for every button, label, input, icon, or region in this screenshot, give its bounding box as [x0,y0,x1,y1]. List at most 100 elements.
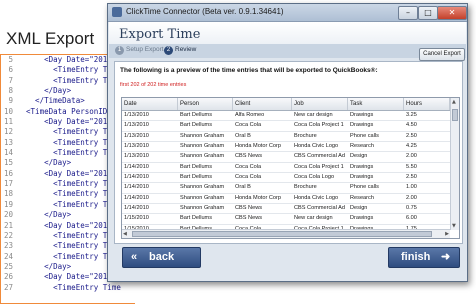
table-row[interactable]: 1/14/2010 Shannon Graham Oral B Brochure Pho… [122,183,450,194]
table-cell-job: Brochure [294,132,317,139]
line-number: 14 [3,148,13,158]
step-number: 1 [115,46,124,55]
table-row[interactable]: 1/13/2010 Bart Dellums Coca Cola Coca Cola … [122,121,450,132]
table-cell-job: Honda Civic Logo [294,143,339,150]
table-cell-client: Honda Motor Corp [235,194,282,201]
close-button[interactable]: ✕ [437,6,467,20]
minimize-button[interactable]: – [398,6,418,20]
table-cell-client: Coca Cola [235,163,262,170]
xml-export-title: XML Export [6,29,95,48]
table-cell-person: Shannon Graham [180,205,225,212]
horizontal-scrollbar[interactable]: ◀ ▶ [122,229,450,238]
table-cell-date: 1/13/2010 [124,132,149,139]
table-cell-date: 1/15/2010 [124,215,149,222]
table-row[interactable]: 1/13/2010 Shannon Graham Oral B Brochure Pho… [122,132,450,143]
table-row[interactable]: 1/14/2010 Shannon Graham CBS News CBS Comme… [122,204,450,215]
table-cell-job: New car design [294,215,333,222]
code-text: <Day Date="2010-0 [17,55,121,64]
code-text: <TimeEntry Time [17,251,121,261]
table-cell-hours: 4.25 [406,143,417,150]
vertical-scrollbar[interactable]: ▲ ▼ [450,98,459,230]
step-breadcrumb: 1 Setup Export 2 Review [109,44,466,58]
table-row[interactable]: 1/13/2010 Bart Dellums Alfa Romeo New car d… [122,111,450,122]
table-cell-date: 1/13/2010 [124,122,149,129]
table-cell-date: 1/13/2010 [124,112,149,118]
table-cell-job: CBS Commercial Ad [294,205,345,212]
table-cell-job: CBS Commercial Ad [294,153,345,160]
line-number: 22 [3,230,13,240]
table-row[interactable]: 1/13/2010 Shannon Graham CBS News CBS Comme… [122,152,450,163]
column-header-job[interactable]: Job [292,98,348,110]
code-text: <TimeEntry Time [17,75,121,85]
table-cell-client: Oral B [235,184,251,191]
horizontal-scroll-thumb[interactable] [132,231,432,237]
line-number: 21 [3,220,13,230]
table-row[interactable]: 1/15/2010 Bart Dellums CBS News New car des… [122,214,450,225]
table-row[interactable]: 1/14/2010 Bart Dellums Coca Cola Coca Cola … [122,173,450,184]
table-cell-job: Coca Cola Logo [294,174,335,181]
table-cell-task: Design [350,153,368,160]
finish-button[interactable]: finish ➜ [388,247,460,268]
line-number: 18 [3,189,13,199]
table-cell-hours: 6.00 [406,215,417,222]
line-number: 8 [8,86,13,96]
code-text: <TimeData PersonID= [17,106,112,116]
title-bar[interactable]: ClickTime Connector (Beta ver. 0.9.1.346… [108,4,467,22]
column-header-person[interactable]: Person [178,98,233,110]
table-cell-client: Alfa Romeo [235,112,265,118]
step-number: 2 [164,46,173,55]
column-header-client[interactable]: Client [233,98,292,110]
table-cell-date: 1/14/2010 [124,205,149,212]
table-row[interactable]: 1/14/2010 Bart Dellums Coca Cola Coca Cola … [122,163,450,174]
vertical-scroll-thumb[interactable] [452,109,458,121]
preview-panel: The following is a preview of the time e… [114,61,463,244]
step-review[interactable]: 2 Review [164,46,196,55]
table-cell-person: Bart Dellums [180,163,213,170]
scroll-down-icon[interactable]: ▼ [452,222,456,230]
column-header-task[interactable]: Task [348,98,404,110]
clicktime-connector-window: ClickTime Connector (Beta ver. 0.9.1.346… [107,3,468,282]
code-text: <Day Date="2010-0 [17,168,121,178]
scroll-up-icon[interactable]: ▲ [452,98,456,106]
step-setup-export[interactable]: 1 Setup Export [115,46,164,55]
line-number: 5 [8,55,13,64]
table-cell-task: Research [350,194,374,201]
table-cell-job: New car design [294,112,333,118]
table-cell-hours: 3.25 [406,112,417,118]
scroll-right-icon[interactable]: ▶ [445,230,449,238]
line-number: 23 [3,241,13,251]
column-header-hours[interactable]: Hours [404,98,450,110]
line-number: 20 [3,210,13,220]
table-cell-hours: 2.50 [406,132,417,139]
table-row[interactable]: 1/13/2010 Shannon Graham Honda Motor Corp H… [122,142,450,153]
table-cell-hours: 5.50 [406,163,417,170]
code-text: <TimeEntry Time [17,199,121,209]
table-cell-person: Bart Dellums [180,174,213,181]
maximize-button[interactable]: □ [418,6,438,20]
line-number: 7 [8,75,13,85]
table-cell-hours: 1.00 [406,184,417,191]
back-button[interactable]: « back [122,247,201,268]
table-cell-task: Research [350,143,374,150]
line-number: 17 [3,179,13,189]
line-number: 19 [3,199,13,209]
line-number: 26 [3,272,13,282]
table-cell-person: Shannon Graham [180,184,225,191]
table-cell-job: Coca Cola Project 1 [294,163,344,170]
code-text: <TimeEntry Time [17,148,121,158]
table-cell-person: Bart Dellums [180,215,213,222]
line-number: 9 [8,96,13,106]
line-number: 11 [3,117,13,127]
line-number: 10 [3,106,13,116]
code-text: </Day> [17,261,72,271]
cancel-export-button[interactable]: Cancel Export [419,48,465,61]
app-icon [112,7,122,17]
column-header-date[interactable]: Date [122,98,178,110]
table-cell-person: Shannon Graham [180,143,225,150]
table-cell-date: 1/14/2010 [124,163,149,170]
scroll-left-icon[interactable]: ◀ [123,230,127,238]
table-cell-task: Drawings [350,122,374,129]
code-text: <TimeEntry Time [17,230,121,240]
table-row[interactable]: 1/14/2010 Shannon Graham Honda Motor Corp H… [122,194,450,205]
code-text: <TimeEntry Time [17,179,121,189]
